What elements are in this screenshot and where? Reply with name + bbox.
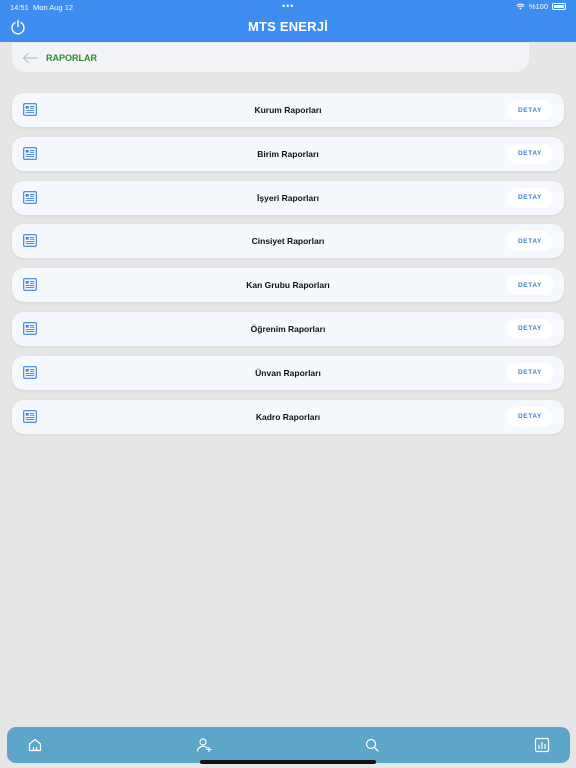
report-row-birim[interactable]: Birim Raporları DETAY [12,136,564,171]
report-row-ogrenim[interactable]: Öğrenim Raporları DETAY [12,311,564,346]
report-label: Cinsiyet Raporları [251,236,325,247]
detail-button[interactable]: DETAY [507,406,553,427]
wifi-icon [516,3,525,10]
battery-icon [552,3,566,10]
report-row-kadro[interactable]: Kadro Raporları DETAY [12,399,564,434]
tab-bar [7,727,570,763]
detail-button[interactable]: DETAY [507,100,553,120]
home-indicator[interactable] [200,760,376,764]
report-chart-icon[interactable] [534,737,550,753]
status-time: 14:51 [10,3,29,12]
report-label: Kurum Raporları [254,105,322,115]
detail-button[interactable]: DETAY [507,187,553,208]
top-bar: 14:51 Mon Aug 12 ••• %100 MTS ENERJİ [0,0,576,42]
report-row-isyeri[interactable]: İşyeri Raporları DETAY [12,180,564,215]
search-icon[interactable] [364,737,380,753]
report-row-kurum[interactable]: Kurum Raporları DETAY [12,93,564,127]
status-right: %100 [516,2,566,11]
back-arrow-icon[interactable] [22,52,38,64]
detail-button[interactable]: DETAY [507,318,553,339]
detail-button[interactable]: DETAY [507,143,553,164]
detail-button[interactable]: DETAY [507,362,553,383]
breadcrumb-bar: RAPORLAR [12,43,529,72]
report-row-cinsiyet[interactable]: Cinsiyet Raporları DETAY [12,224,564,259]
report-list: Kurum Raporları DETAY Birim Raporları DE… [12,93,564,443]
detail-button[interactable]: DETAY [507,231,553,252]
app-title: MTS ENERJİ [247,19,328,34]
status-date: Mon Aug 12 [33,3,74,12]
report-row-kan-grubu[interactable]: Kan Grubu Raporları DETAY [12,268,564,303]
report-label: Öğrenim Raporları [250,323,326,334]
report-label: Birim Raporları [257,148,319,159]
detail-button[interactable]: DETAY [507,275,553,296]
status-bar: 14:51 Mon Aug 12 ••• %100 [0,0,576,14]
home-icon[interactable] [27,737,43,753]
multitask-dots[interactable]: ••• [282,1,294,11]
add-user-icon[interactable] [196,737,212,753]
report-label: Kadro Raporları [255,411,321,422]
page-title: RAPORLAR [46,52,97,63]
report-label: Kan Grubu Raporları [246,280,330,291]
battery-percent: %100 [528,2,548,11]
report-label: İşyeri Raporları [257,192,319,203]
report-row-unvan[interactable]: Ünvan Raporları DETAY [12,355,564,390]
report-label: Ünvan Raporları [255,367,321,378]
